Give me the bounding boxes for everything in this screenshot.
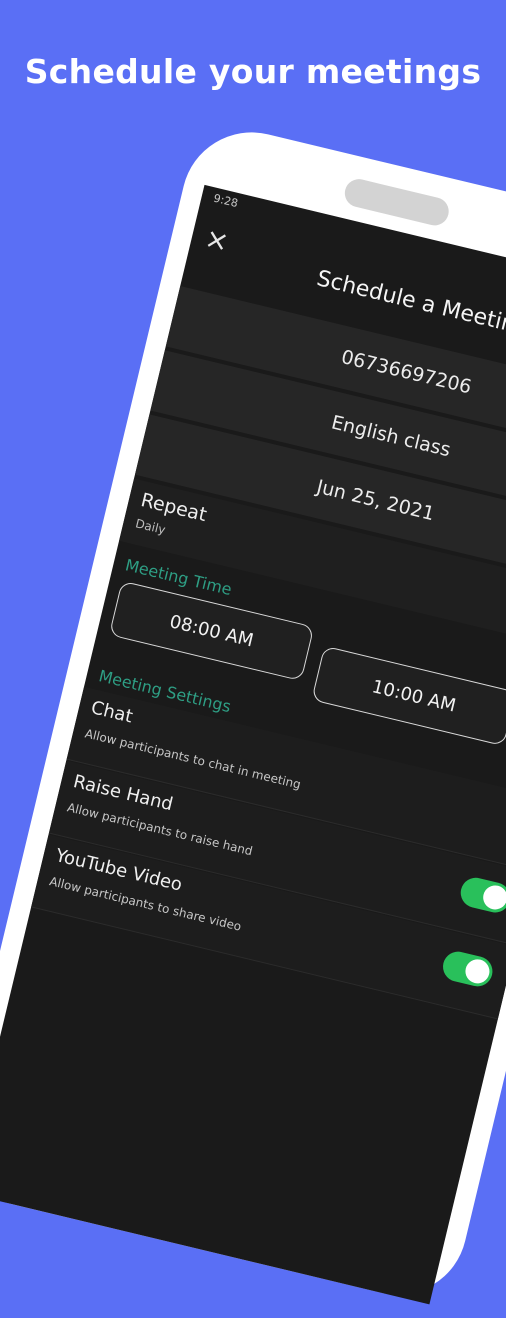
toggle-knob — [480, 882, 506, 912]
topic-value: English class — [329, 411, 453, 462]
repeat-value: Daily — [134, 516, 167, 538]
meeting-id-value: 06736697206 — [339, 345, 474, 399]
youtube-video-toggle[interactable] — [439, 948, 496, 990]
end-time-button[interactable]: 10:00 AM — [311, 645, 506, 747]
raise-hand-toggle[interactable] — [457, 874, 506, 916]
date-value: Jun 25, 2021 — [314, 475, 437, 526]
phone-mockup: 9:28 ◉ ▾ ▮ × Schedule a Meeting 06736697… — [0, 118, 506, 1318]
page-headline: Schedule your meetings — [24, 52, 482, 91]
start-time-button[interactable]: 08:00 AM — [108, 580, 315, 682]
status-time: 9:28 — [212, 191, 240, 210]
phone-body: 9:28 ◉ ▾ ▮ × Schedule a Meeting 06736697… — [0, 118, 506, 1309]
setting-label: Chat — [88, 697, 135, 728]
app-screen: 9:28 ◉ ▾ ▮ × Schedule a Meeting 06736697… — [0, 184, 506, 1305]
toggle-knob — [462, 956, 492, 986]
phone-speaker — [341, 176, 452, 229]
